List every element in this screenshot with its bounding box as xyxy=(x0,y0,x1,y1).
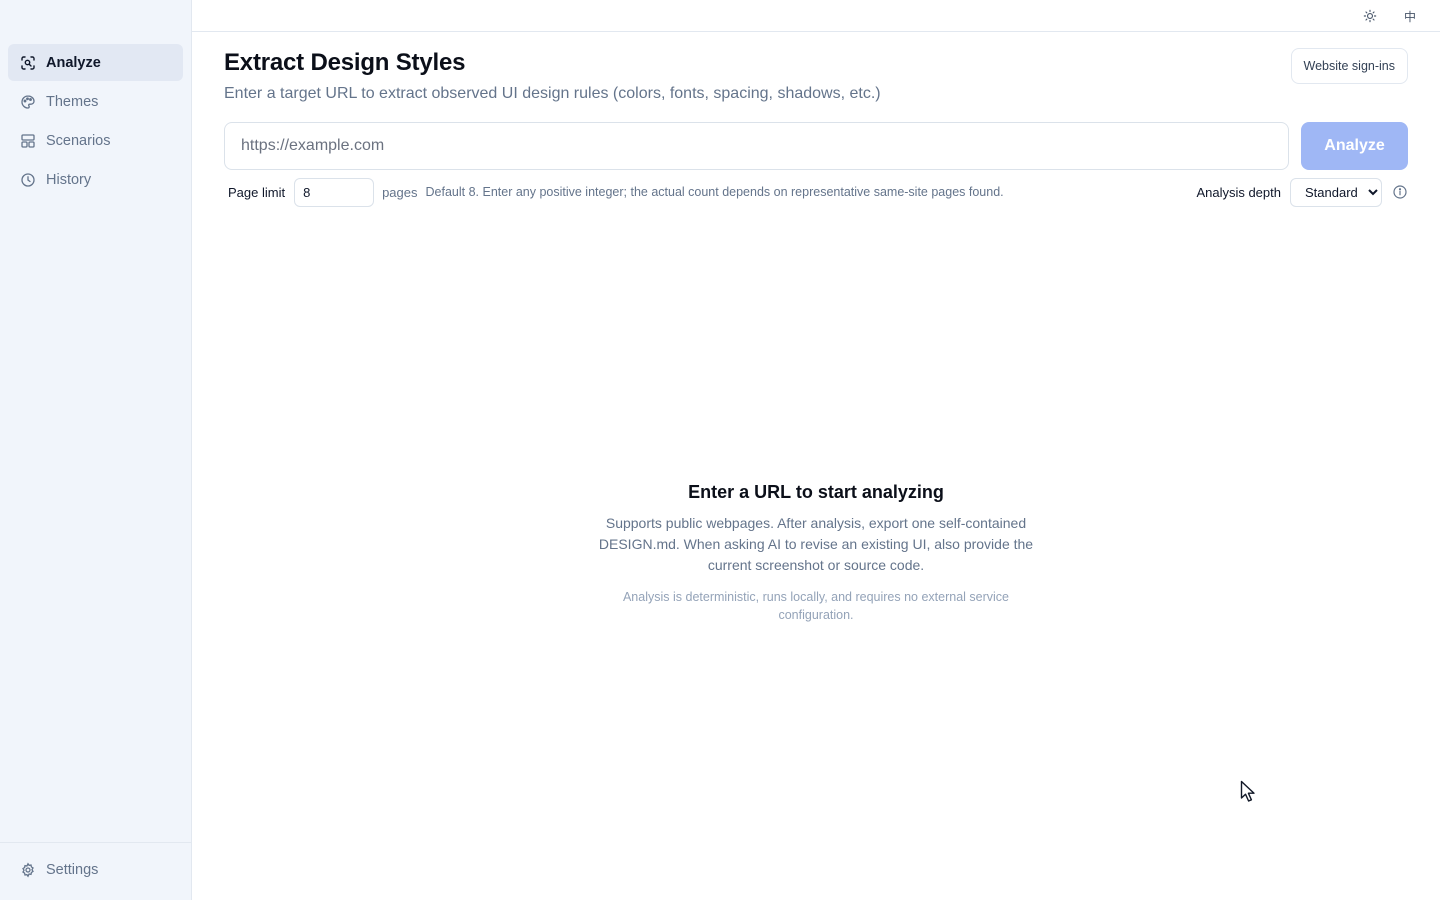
mouse-cursor-icon xyxy=(1240,780,1255,802)
page-limit-label: Page limit xyxy=(228,184,286,200)
top-bar: 中 xyxy=(192,0,1440,32)
sidebar-item-label: Themes xyxy=(46,93,99,110)
analysis-depth-group: Analysis depth Standard xyxy=(1196,177,1408,207)
sidebar: Analyze Themes Scenarios History Setting… xyxy=(0,0,192,900)
language-toggle-button[interactable]: 中 xyxy=(1400,6,1420,26)
sidebar-item-label: Analyze xyxy=(46,54,101,71)
analysis-depth-label: Analysis depth xyxy=(1196,184,1281,200)
sun-icon xyxy=(1363,9,1377,23)
info-icon[interactable] xyxy=(1392,184,1408,200)
page-limit-hint: Default 8. Enter any positive integer; t… xyxy=(425,185,1004,199)
analyze-button[interactable]: Analyze xyxy=(1301,122,1408,170)
main-content: Extract Design Styles Enter a target URL… xyxy=(224,32,1408,900)
theme-toggle-button[interactable] xyxy=(1360,6,1380,26)
sidebar-item-label: Scenarios xyxy=(46,132,111,149)
options-row: Page limit pages Default 8. Enter any po… xyxy=(228,177,1408,207)
layout-icon xyxy=(20,133,36,149)
scan-icon xyxy=(20,55,36,71)
sidebar-item-analyze[interactable]: Analyze xyxy=(8,44,183,81)
sidebar-nav: Analyze Themes Scenarios History xyxy=(8,44,183,200)
website-signins-button[interactable]: Website sign-ins xyxy=(1290,48,1408,84)
page-limit-input[interactable] xyxy=(294,177,375,207)
pages-unit-label: pages xyxy=(382,184,418,200)
analysis-depth-select[interactable]: Standard xyxy=(1290,177,1382,207)
empty-state-title: Enter a URL to start analyzing xyxy=(688,482,944,502)
sidebar-item-themes[interactable]: Themes xyxy=(8,83,183,120)
page-title: Extract Design Styles xyxy=(224,49,466,76)
page-subtitle: Enter a target URL to extract observed U… xyxy=(224,85,881,102)
palette-icon xyxy=(20,94,36,110)
sidebar-item-scenarios[interactable]: Scenarios xyxy=(8,122,183,159)
empty-state-note: Analysis is deterministic, runs locally,… xyxy=(622,590,1010,622)
url-input[interactable] xyxy=(224,122,1289,170)
sidebar-item-label: History xyxy=(46,171,92,188)
clock-icon xyxy=(20,172,36,188)
sidebar-item-label: Settings xyxy=(46,861,99,878)
gear-icon xyxy=(20,862,36,878)
empty-state-description: Supports public webpages. After analysis… xyxy=(598,515,1034,573)
sidebar-item-history[interactable]: History xyxy=(8,161,183,198)
empty-state: Enter a URL to start analyzing Supports … xyxy=(224,482,1408,624)
sidebar-item-settings[interactable]: Settings xyxy=(8,851,183,888)
sidebar-footer: Settings xyxy=(0,842,191,900)
